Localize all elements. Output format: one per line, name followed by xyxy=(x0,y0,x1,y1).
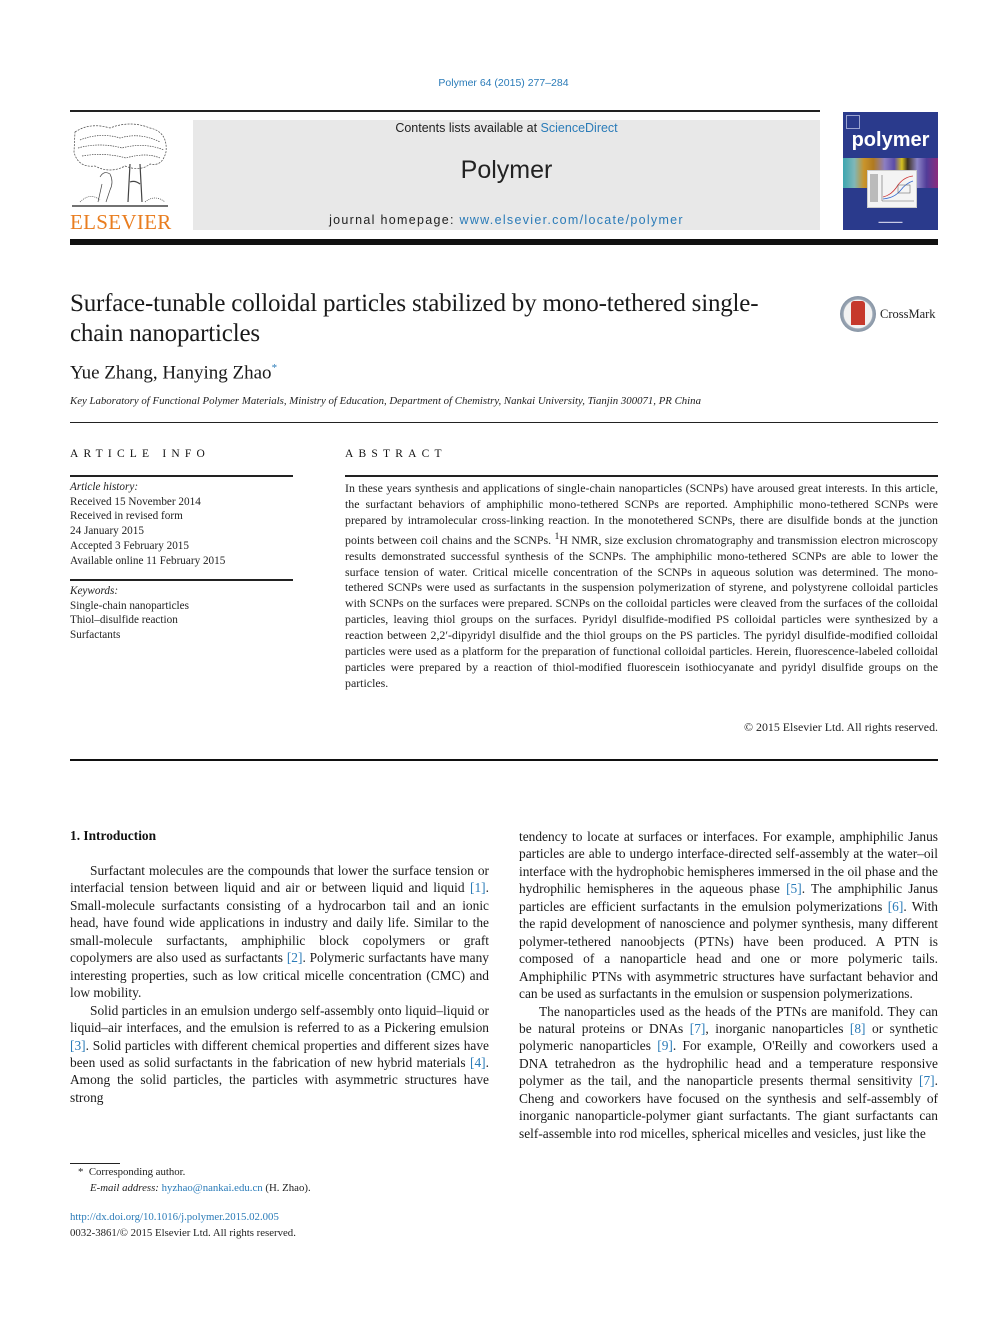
footnote-divider xyxy=(70,1163,120,1164)
history-item: 24 January 2015 xyxy=(70,525,144,538)
elsevier-wordmark: ELSEVIER xyxy=(70,210,172,234)
paragraph-text: , inorganic nanoparticles xyxy=(705,1020,850,1036)
elsevier-logo[interactable]: ELSEVIER xyxy=(70,122,172,234)
crossmark-button[interactable]: CrossMark xyxy=(840,296,940,336)
paragraph-text: . Solid particles with different chemica… xyxy=(70,1037,489,1070)
homepage-prefix: journal homepage: xyxy=(329,213,460,227)
email-label: E-mail address: xyxy=(90,1181,162,1194)
citation-link[interactable]: [7] xyxy=(690,1021,706,1036)
author-list: Yue Zhang, Hanying Zhao* xyxy=(70,362,277,384)
contents-available-line: Contents lists available at ScienceDirec… xyxy=(193,121,820,135)
abstract-text: In these years synthesis and application… xyxy=(345,481,938,692)
citation-link[interactable]: [1] xyxy=(470,880,486,895)
email-suffix: (H. Zhao). xyxy=(262,1181,311,1194)
journal-citation[interactable]: Polymer 64 (2015) 277–284 xyxy=(0,77,992,89)
paragraph: tendency to locate at surfaces or interf… xyxy=(519,828,938,1003)
abstract-heading: ABSTRACT xyxy=(345,448,447,460)
header-thick-divider xyxy=(70,239,938,245)
issn-copyright: 0032-3861/© 2015 Elsevier Ltd. All right… xyxy=(70,1226,296,1239)
header-divider xyxy=(70,110,820,112)
journal-homepage-line: journal homepage: www.elsevier.com/locat… xyxy=(193,213,820,227)
article-info-heading: ARTICLE INFO xyxy=(70,448,210,460)
sciencedirect-link[interactable]: ScienceDirect xyxy=(541,121,618,135)
corresponding-author-footnote: * Corresponding author. E-mail address: … xyxy=(78,1165,311,1196)
paragraph: Surfactant molecules are the compounds t… xyxy=(70,862,489,1002)
history-item: Accepted 3 February 2015 xyxy=(70,539,189,552)
journal-homepage-link[interactable]: www.elsevier.com/locate/polymer xyxy=(460,213,684,227)
history-item: Received 15 November 2014 xyxy=(70,495,201,508)
doi-link[interactable]: http://dx.doi.org/10.1016/j.polymer.2015… xyxy=(70,1210,296,1226)
citation-link[interactable]: [7] xyxy=(919,1073,935,1088)
journal-header-box: Contents lists available at ScienceDirec… xyxy=(193,120,820,230)
journal-cover-thumbnail[interactable]: polymer ▬▬▬▬▬▬ xyxy=(843,112,938,230)
keywords-divider xyxy=(70,579,293,581)
footnote-marker: * xyxy=(78,1166,84,1178)
footnote-corresponding: Corresponding author. xyxy=(88,1166,186,1178)
abstract-copyright: © 2015 Elsevier Ltd. All rights reserved… xyxy=(744,720,938,734)
authors-names: Yue Zhang, Hanying Zhao xyxy=(70,362,272,384)
body-column-right: tendency to locate at surfaces or interf… xyxy=(519,828,938,1142)
article-title: Surface-tunable colloidal particles stab… xyxy=(70,290,759,347)
paragraph-text: Solid particles in an emulsion undergo s… xyxy=(70,1002,489,1036)
citation-link[interactable]: [3] xyxy=(70,1038,86,1053)
cover-footer-text: ▬▬▬▬▬▬ xyxy=(878,219,903,224)
citation-link[interactable]: [5] xyxy=(786,881,802,896)
abstract-divider xyxy=(345,475,938,477)
history-item: Available online 11 February 2015 xyxy=(70,554,226,567)
citation-link[interactable]: [8] xyxy=(850,1021,866,1036)
citation-link[interactable]: [4] xyxy=(470,1055,486,1070)
citation-link[interactable]: [9] xyxy=(657,1038,673,1053)
citation-link[interactable]: [6] xyxy=(888,899,904,914)
cover-chart-icon xyxy=(870,174,914,202)
cover-figure-graphic xyxy=(867,170,917,208)
cover-elsevier-badge-icon xyxy=(846,115,860,129)
corresponding-author-marker[interactable]: * xyxy=(272,362,278,374)
history-item: Received in revised form xyxy=(70,510,183,523)
article-history-label: Article history: xyxy=(70,481,139,493)
elsevier-tree-icon xyxy=(72,123,168,207)
article-history: Article history: Received 15 November 20… xyxy=(70,480,300,568)
abstract-text-part2: H NMR, size exclusion chromatography and… xyxy=(345,532,938,690)
section-heading-introduction: 1. Introduction xyxy=(70,828,157,843)
author-affiliation: Key Laboratory of Functional Polymer Mat… xyxy=(70,395,701,407)
keyword-item: Thiol–disulfide reaction xyxy=(70,614,178,627)
keyword-item: Single-chain nanoparticles xyxy=(70,599,189,612)
paragraph-text: . With the rapid development of nanoscie… xyxy=(519,898,938,1002)
author-email-link[interactable]: hyzhao@nankai.edu.cn xyxy=(162,1182,263,1194)
contents-prefix: Contents lists available at xyxy=(395,121,541,135)
cover-title: polymer xyxy=(851,129,930,151)
keyword-item: Surfactants xyxy=(70,629,121,642)
affiliation-divider xyxy=(70,422,938,423)
paragraph-text: Surfactant molecules are the compounds t… xyxy=(70,863,489,896)
front-matter-end-divider xyxy=(70,759,938,761)
body-column-left: Surfactant molecules are the compounds t… xyxy=(70,862,489,1106)
paragraph: The nanoparticles used as the heads of t… xyxy=(519,1003,938,1143)
doi-block: http://dx.doi.org/10.1016/j.polymer.2015… xyxy=(70,1210,296,1241)
paragraph: Solid particles in an emulsion undergo s… xyxy=(70,1002,489,1107)
article-info-divider xyxy=(70,475,293,477)
journal-name: Polymer xyxy=(460,156,553,184)
crossmark-ribbon-icon xyxy=(851,301,865,325)
keywords-label: Keywords: xyxy=(70,585,119,597)
keywords-list: Keywords: Single-chain nanoparticles Thi… xyxy=(70,584,300,643)
citation-link[interactable]: [2] xyxy=(287,950,303,965)
crossmark-label: CrossMark xyxy=(880,307,936,321)
